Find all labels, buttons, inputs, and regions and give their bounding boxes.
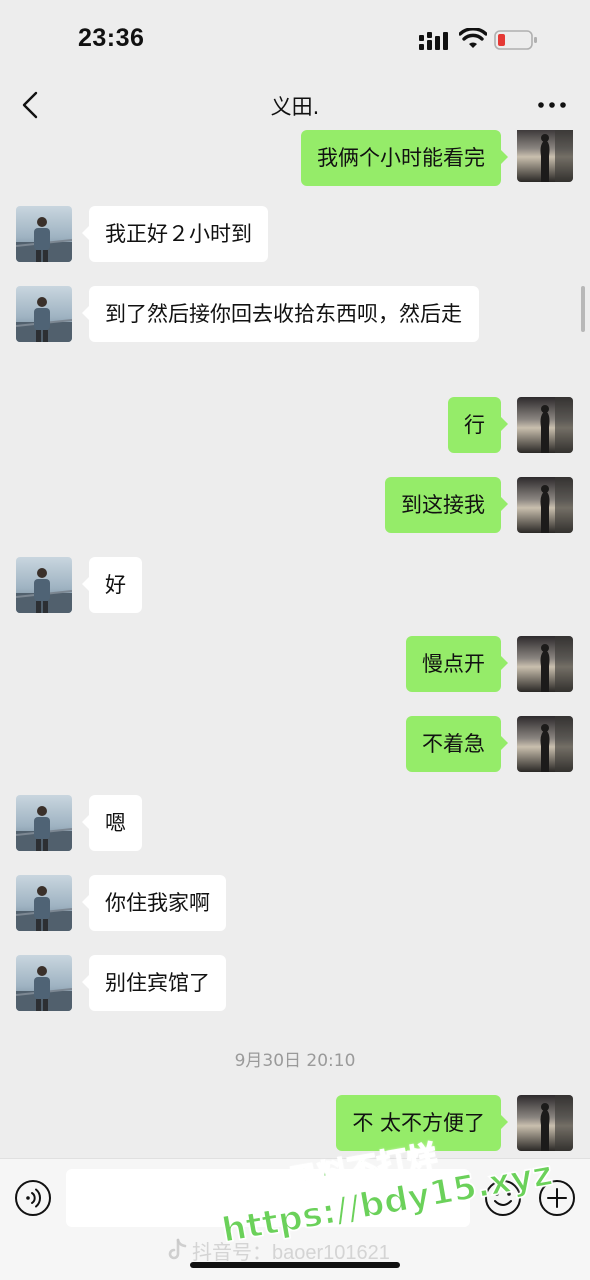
contact-avatar[interactable] bbox=[16, 795, 72, 851]
message-row: 到这接我 bbox=[0, 477, 590, 537]
received-message-bubble[interactable]: 我正好２小时到 bbox=[82, 206, 268, 262]
sent-message-bubble[interactable]: 不 太不方便了 bbox=[336, 1095, 508, 1151]
contact-avatar[interactable] bbox=[16, 875, 72, 931]
more-icon bbox=[538, 102, 566, 108]
message-row: 嗯 bbox=[0, 795, 590, 855]
my-avatar[interactable] bbox=[517, 130, 573, 182]
sent-message-bubble[interactable]: 慢点开 bbox=[406, 636, 508, 692]
message-row: 别住宾馆了 bbox=[0, 955, 590, 1015]
message-row: 到了然后接你回去收拾东西呗，然后走 bbox=[0, 286, 590, 346]
my-avatar[interactable] bbox=[517, 1095, 573, 1151]
sent-message-bubble[interactable]: 到这接我 bbox=[385, 477, 508, 533]
message-row: 不 太不方便了 bbox=[0, 1095, 590, 1155]
message-row: 你住我家啊 bbox=[0, 875, 590, 935]
contact-avatar[interactable] bbox=[16, 206, 72, 262]
sent-message-bubble[interactable]: 行 bbox=[448, 397, 508, 453]
status-bar: 23:36 bbox=[0, 0, 590, 80]
battery-icon bbox=[494, 30, 537, 50]
emoji-button[interactable] bbox=[484, 1179, 522, 1217]
my-avatar[interactable] bbox=[517, 716, 573, 772]
message-row: 我正好２小时到 bbox=[0, 206, 590, 266]
received-message-bubble[interactable]: 别住宾馆了 bbox=[82, 955, 226, 1011]
message-row: 不着急 bbox=[0, 716, 590, 776]
douyin-id-text: 抖音号：baoer101621 bbox=[192, 1242, 390, 1264]
plus-button[interactable] bbox=[538, 1179, 576, 1217]
message-list[interactable]: 我俩个小时能看完 我正好２小时到 到了然后接你回去收拾东西呗，然后走 行 到这接… bbox=[0, 130, 590, 1158]
received-message-bubble[interactable]: 你住我家啊 bbox=[82, 875, 226, 931]
nav-bar: 义田. bbox=[0, 80, 590, 130]
my-avatar[interactable] bbox=[517, 636, 573, 692]
received-message-bubble[interactable]: 嗯 bbox=[82, 795, 142, 851]
message-row: 行 bbox=[0, 397, 590, 457]
chat-title: 义田. bbox=[270, 95, 320, 119]
contact-avatar[interactable] bbox=[16, 557, 72, 613]
wifi-icon bbox=[459, 28, 487, 48]
received-message-bubble[interactable]: 到了然后接你回去收拾东西呗，然后走 bbox=[82, 286, 479, 342]
contact-avatar[interactable] bbox=[16, 955, 72, 1011]
voice-button[interactable] bbox=[14, 1179, 52, 1217]
message-timestamp: 9月30日 20:10 bbox=[234, 1051, 356, 1071]
contact-avatar[interactable] bbox=[16, 286, 72, 342]
status-time: 23:36 bbox=[78, 24, 145, 52]
message-row: 好 bbox=[0, 557, 590, 617]
my-avatar[interactable] bbox=[517, 397, 573, 453]
more-button[interactable] bbox=[534, 90, 570, 120]
signal-icon bbox=[419, 32, 448, 50]
home-indicator[interactable] bbox=[190, 1262, 400, 1268]
message-row: 慢点开 bbox=[0, 636, 590, 696]
douyin-watermark: 抖音号：baoer101621 bbox=[166, 1236, 390, 1265]
my-avatar[interactable] bbox=[517, 477, 573, 533]
message-input[interactable] bbox=[66, 1169, 470, 1227]
emoji-icon bbox=[485, 1180, 521, 1216]
plus-icon bbox=[539, 1180, 575, 1216]
sent-message-bubble[interactable]: 我俩个小时能看完 bbox=[301, 130, 508, 186]
received-message-bubble[interactable]: 好 bbox=[82, 557, 142, 613]
message-row: 我俩个小时能看完 bbox=[0, 130, 590, 190]
voice-icon bbox=[15, 1180, 51, 1216]
sent-message-bubble[interactable]: 不着急 bbox=[406, 716, 508, 772]
douyin-logo-icon bbox=[168, 1238, 187, 1260]
